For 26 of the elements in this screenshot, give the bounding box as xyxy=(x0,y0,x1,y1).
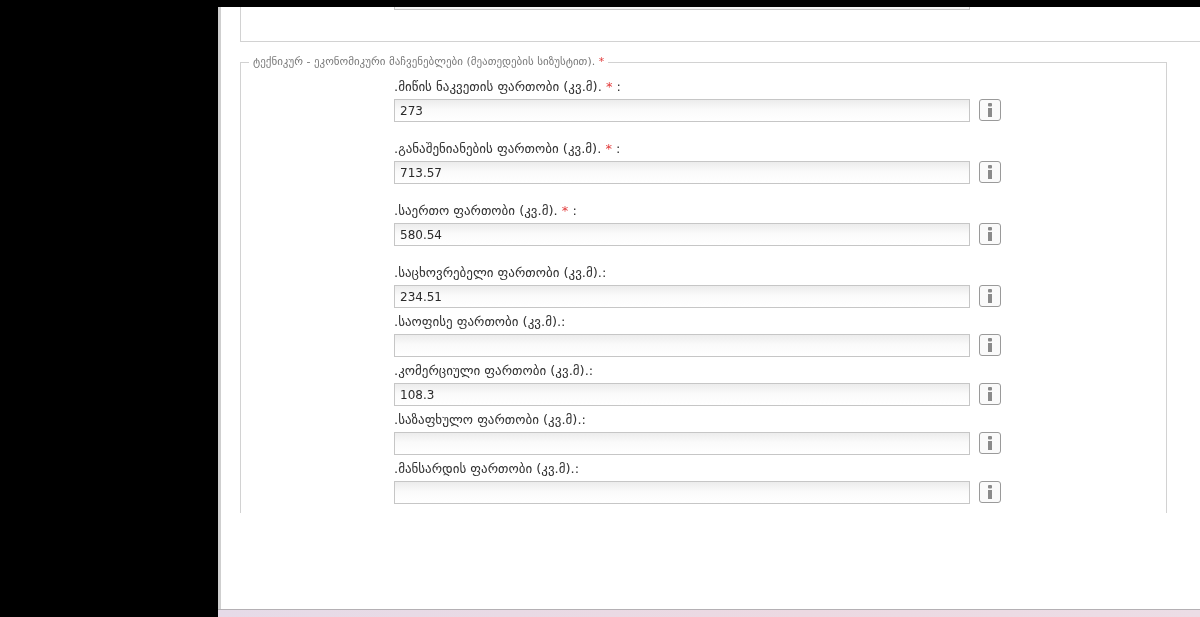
input-field[interactable]: 234.51 xyxy=(394,285,970,308)
input-field[interactable]: 580.54 xyxy=(394,223,970,246)
info-icon[interactable] xyxy=(979,285,1001,307)
input-field[interactable] xyxy=(394,334,970,357)
info-icon[interactable] xyxy=(979,161,1001,183)
field-label: .კომერციული ფართობი (კვ.მ).: xyxy=(394,363,594,379)
input-field[interactable] xyxy=(394,7,970,10)
field-label: .საოფისე ფართობი (კვ.მ).: xyxy=(394,314,566,330)
info-icon[interactable] xyxy=(979,481,1001,503)
field-label: .საცხოვრებელი ფართობი (კვ.მ).: xyxy=(394,265,607,281)
input-field[interactable]: 108.3 xyxy=(394,383,970,406)
input-field[interactable] xyxy=(394,481,970,504)
section-legend: ტექნიკურ - ეკონომიკური მაჩვენებლები (მეათედების სიზუსტით). * xyxy=(249,55,609,69)
info-icon[interactable] xyxy=(979,223,1001,245)
field-label: .მიწის ნაკვეთის ფართობი (კვ.მ). * : xyxy=(394,79,621,95)
input-field[interactable] xyxy=(394,432,970,455)
field-label: .განაშენიანების ფართობი (კვ.მ). * : xyxy=(394,141,621,157)
input-field[interactable]: 713.57 xyxy=(394,161,970,184)
info-icon[interactable] xyxy=(979,432,1001,454)
field-label: .საერთო ფართობი (კვ.მ). * : xyxy=(394,203,577,219)
input-field[interactable]: 273 xyxy=(394,99,970,122)
info-icon[interactable] xyxy=(979,99,1001,121)
field-label: .საზაფხულო ფართობი (კვ.მ).: xyxy=(394,412,586,428)
info-icon[interactable] xyxy=(979,334,1001,356)
info-icon[interactable] xyxy=(979,383,1001,405)
field-label: .მანსარდის ფართობი (კვ.მ).: xyxy=(394,461,580,477)
